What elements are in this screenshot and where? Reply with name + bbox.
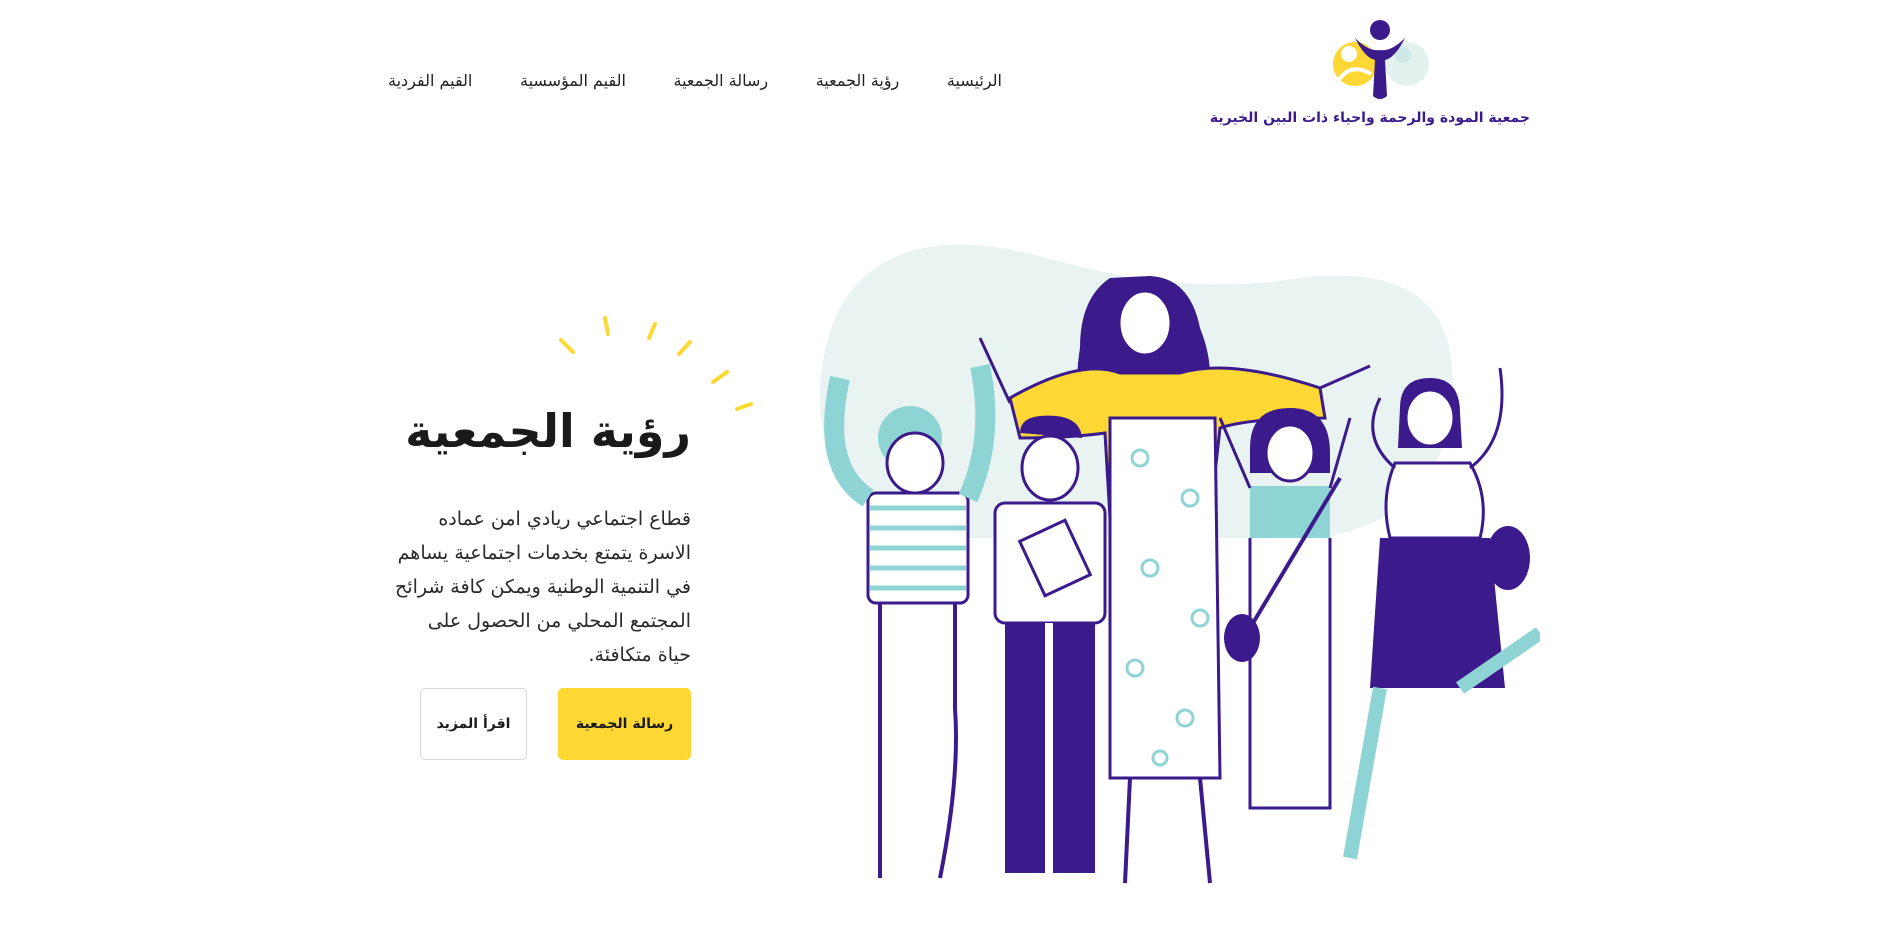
family-logo-icon bbox=[1333, 20, 1429, 99]
nav-item-institutional-values[interactable]: القيم المؤسسية bbox=[520, 71, 626, 90]
hero-description: قطاع اجتماعي ريادي امن عماده الاسرة يتمت… bbox=[395, 508, 691, 666]
main-nav: الرئيسية رؤية الجمعية رسالة الجمعية القي… bbox=[388, 66, 1002, 94]
nav-item-individual-values[interactable]: القيم الفردية bbox=[388, 71, 472, 90]
page: جمعية المودة والرحمة واحياء ذات البين ال… bbox=[0, 0, 1903, 929]
mission-button[interactable]: رسالة الجمعية bbox=[558, 688, 691, 760]
brand[interactable]: جمعية المودة والرحمة واحياء ذات البين ال… bbox=[1209, 18, 1530, 133]
group-of-people-illustration bbox=[820, 244, 1540, 884]
nav-item-mission[interactable]: رسالة الجمعية bbox=[674, 71, 769, 90]
nav-item-vision[interactable]: رؤية الجمعية bbox=[816, 71, 900, 90]
nav-item-home[interactable]: الرئيسية bbox=[947, 71, 1002, 90]
read-more-button[interactable]: اقرأ المزيد bbox=[420, 688, 527, 760]
hero-title: رؤية الجمعية bbox=[405, 404, 691, 458]
organization-name: جمعية المودة والرحمة واحياء ذات البين ال… bbox=[1209, 110, 1530, 126]
sun-rays-icon bbox=[559, 316, 753, 411]
